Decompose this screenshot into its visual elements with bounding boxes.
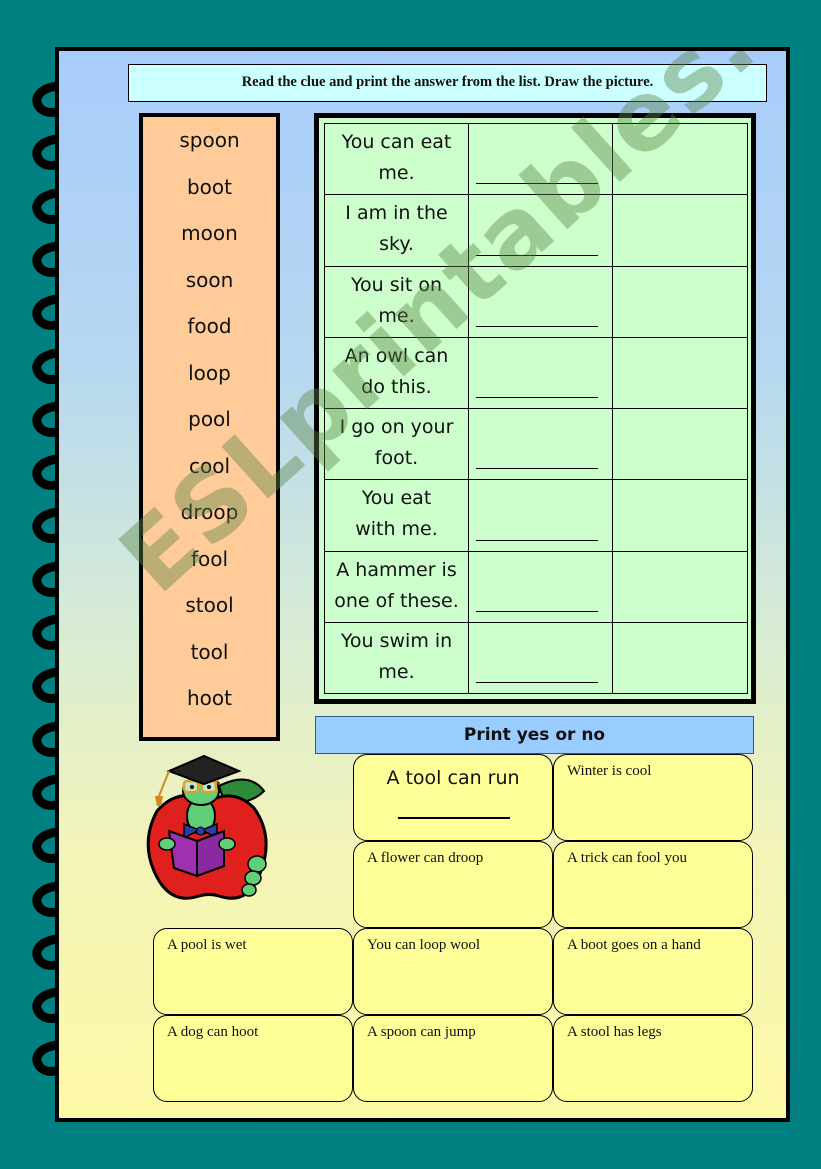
clue-line: me. bbox=[378, 162, 415, 184]
clue-line: You sit on bbox=[350, 273, 443, 296]
word-list-item: fool bbox=[190, 546, 229, 571]
picture-cell[interactable] bbox=[612, 194, 748, 267]
answer-cell[interactable] bbox=[468, 621, 613, 695]
statement-text: You can loop wool bbox=[367, 937, 481, 953]
answer-blank[interactable] bbox=[476, 610, 598, 612]
yes-no-box[interactable]: A dog can hoot bbox=[153, 1015, 353, 1102]
yes-no-box[interactable]: A boot goes on a hand bbox=[553, 928, 753, 1015]
answer-cell[interactable] bbox=[468, 265, 613, 338]
clue-line: one of these. bbox=[334, 589, 459, 612]
statement-text: A dog can hoot bbox=[167, 1024, 259, 1040]
clue-text: You can eat me. bbox=[324, 122, 469, 196]
clue-text: You eat with me. bbox=[324, 479, 469, 552]
statement-text: A boot goes on a hand bbox=[567, 937, 701, 953]
clue-row: You eat with me. bbox=[324, 479, 748, 552]
instruction-box: Read the clue and print the answer from … bbox=[128, 64, 767, 102]
bookworm-mascot-icon bbox=[146, 754, 268, 900]
clue-row: You swim in me. bbox=[324, 621, 748, 695]
answer-blank[interactable] bbox=[476, 539, 598, 541]
word-list-item: stool bbox=[185, 593, 234, 617]
answer-blank[interactable] bbox=[476, 682, 598, 683]
clue-row: You can eat me. bbox=[324, 122, 748, 196]
answer-blank[interactable] bbox=[476, 183, 598, 185]
worksheet-page: Read the clue and print the answer from … bbox=[55, 47, 790, 1122]
clue-line: foot. bbox=[374, 447, 419, 469]
word-list: spoon boot moon soon food loop pool cool… bbox=[139, 113, 280, 741]
answer-cell[interactable] bbox=[468, 479, 613, 552]
picture-cell[interactable] bbox=[612, 407, 748, 481]
clue-line: me. bbox=[378, 304, 415, 327]
clue-line: do this. bbox=[361, 375, 432, 398]
statement-text: A spoon can jump bbox=[367, 1024, 476, 1040]
clue-line: me. bbox=[378, 660, 415, 683]
yes-no-box[interactable]: A spoon can jump bbox=[353, 1015, 553, 1102]
yes-no-header: Print yes or no bbox=[315, 716, 754, 754]
picture-cell[interactable] bbox=[612, 265, 748, 338]
word-list-item: food bbox=[187, 314, 232, 338]
clue-table: You can eat me. I am in the sky. You sit on m… bbox=[324, 122, 748, 695]
word-list-item: boot bbox=[186, 174, 232, 199]
clue-row: You sit on me. bbox=[324, 265, 748, 338]
picture-cell[interactable] bbox=[612, 336, 748, 410]
answer-cell[interactable] bbox=[468, 122, 613, 196]
statement-text: A tool can run bbox=[386, 767, 520, 789]
clue-line: I go on your bbox=[339, 416, 454, 438]
clue-line: An owl can bbox=[344, 344, 449, 367]
yes-no-box[interactable]: A flower can droop bbox=[353, 841, 553, 928]
clue-text: I am in the sky. bbox=[324, 194, 469, 267]
picture-cell[interactable] bbox=[612, 122, 748, 196]
clue-line: with me. bbox=[355, 518, 438, 541]
answer-blank[interactable] bbox=[476, 254, 598, 256]
picture-cell[interactable] bbox=[612, 479, 748, 552]
answer-cell[interactable] bbox=[468, 407, 613, 481]
word-list-item: droop bbox=[180, 500, 239, 524]
statement-text: A pool is wet bbox=[167, 937, 247, 953]
clue-line: You eat bbox=[361, 487, 432, 510]
yes-no-box[interactable]: Winter is cool bbox=[553, 754, 753, 841]
answer-cell[interactable] bbox=[468, 194, 613, 267]
picture-cell[interactable] bbox=[612, 621, 748, 695]
statement-text: Winter is cool bbox=[567, 763, 652, 779]
clue-row: I am in the sky. bbox=[324, 194, 748, 267]
clue-line: You swim in bbox=[340, 629, 453, 652]
clue-table-frame: You can eat me. I am in the sky. You sit on m… bbox=[314, 113, 756, 704]
clue-text: I go on your foot. bbox=[324, 407, 469, 481]
statement-text: A trick can fool you bbox=[567, 850, 687, 866]
word-list-item: hoot bbox=[187, 686, 232, 710]
yes-no-box[interactable]: You can loop wool bbox=[353, 928, 553, 1015]
yes-no-box[interactable]: A pool is wet bbox=[153, 928, 353, 1015]
word-list-item: moon bbox=[181, 221, 238, 245]
answer-blank[interactable] bbox=[476, 468, 598, 470]
clue-row: I go on your foot. bbox=[324, 407, 748, 481]
clue-row: A hammer is one of these. bbox=[324, 550, 748, 623]
statement-text: A flower can droop bbox=[367, 850, 484, 866]
word-list-item: tool bbox=[190, 639, 229, 664]
clue-line: You can eat bbox=[341, 131, 452, 153]
word-list-item: pool bbox=[188, 407, 231, 431]
clue-line: A hammer is bbox=[336, 558, 457, 581]
yes-no-box[interactable]: A trick can fool you bbox=[553, 841, 753, 928]
yes-no-box[interactable]: A tool can run bbox=[353, 754, 553, 841]
clue-row: An owl can do this. bbox=[324, 336, 748, 410]
clue-text: You sit on me. bbox=[324, 265, 469, 338]
answer-cell[interactable] bbox=[468, 550, 613, 623]
clue-line: I am in the bbox=[345, 202, 448, 225]
clue-text: A hammer is one of these. bbox=[324, 550, 469, 623]
answer-blank[interactable] bbox=[398, 817, 510, 819]
answer-blank[interactable] bbox=[476, 325, 598, 327]
word-list-item: cool bbox=[188, 453, 231, 478]
yes-no-box[interactable]: A stool has legs bbox=[553, 1015, 753, 1102]
statement-text: A stool has legs bbox=[567, 1024, 662, 1040]
clue-text: An owl can do this. bbox=[324, 336, 469, 410]
word-list-item: soon bbox=[185, 267, 234, 292]
answer-cell[interactable] bbox=[468, 336, 613, 410]
picture-cell[interactable] bbox=[612, 550, 748, 623]
word-list-item: spoon bbox=[179, 128, 240, 152]
clue-line: sky. bbox=[379, 233, 414, 256]
word-list-item: loop bbox=[188, 360, 231, 385]
answer-blank[interactable] bbox=[476, 397, 598, 398]
clue-text: You swim in me. bbox=[324, 621, 469, 695]
